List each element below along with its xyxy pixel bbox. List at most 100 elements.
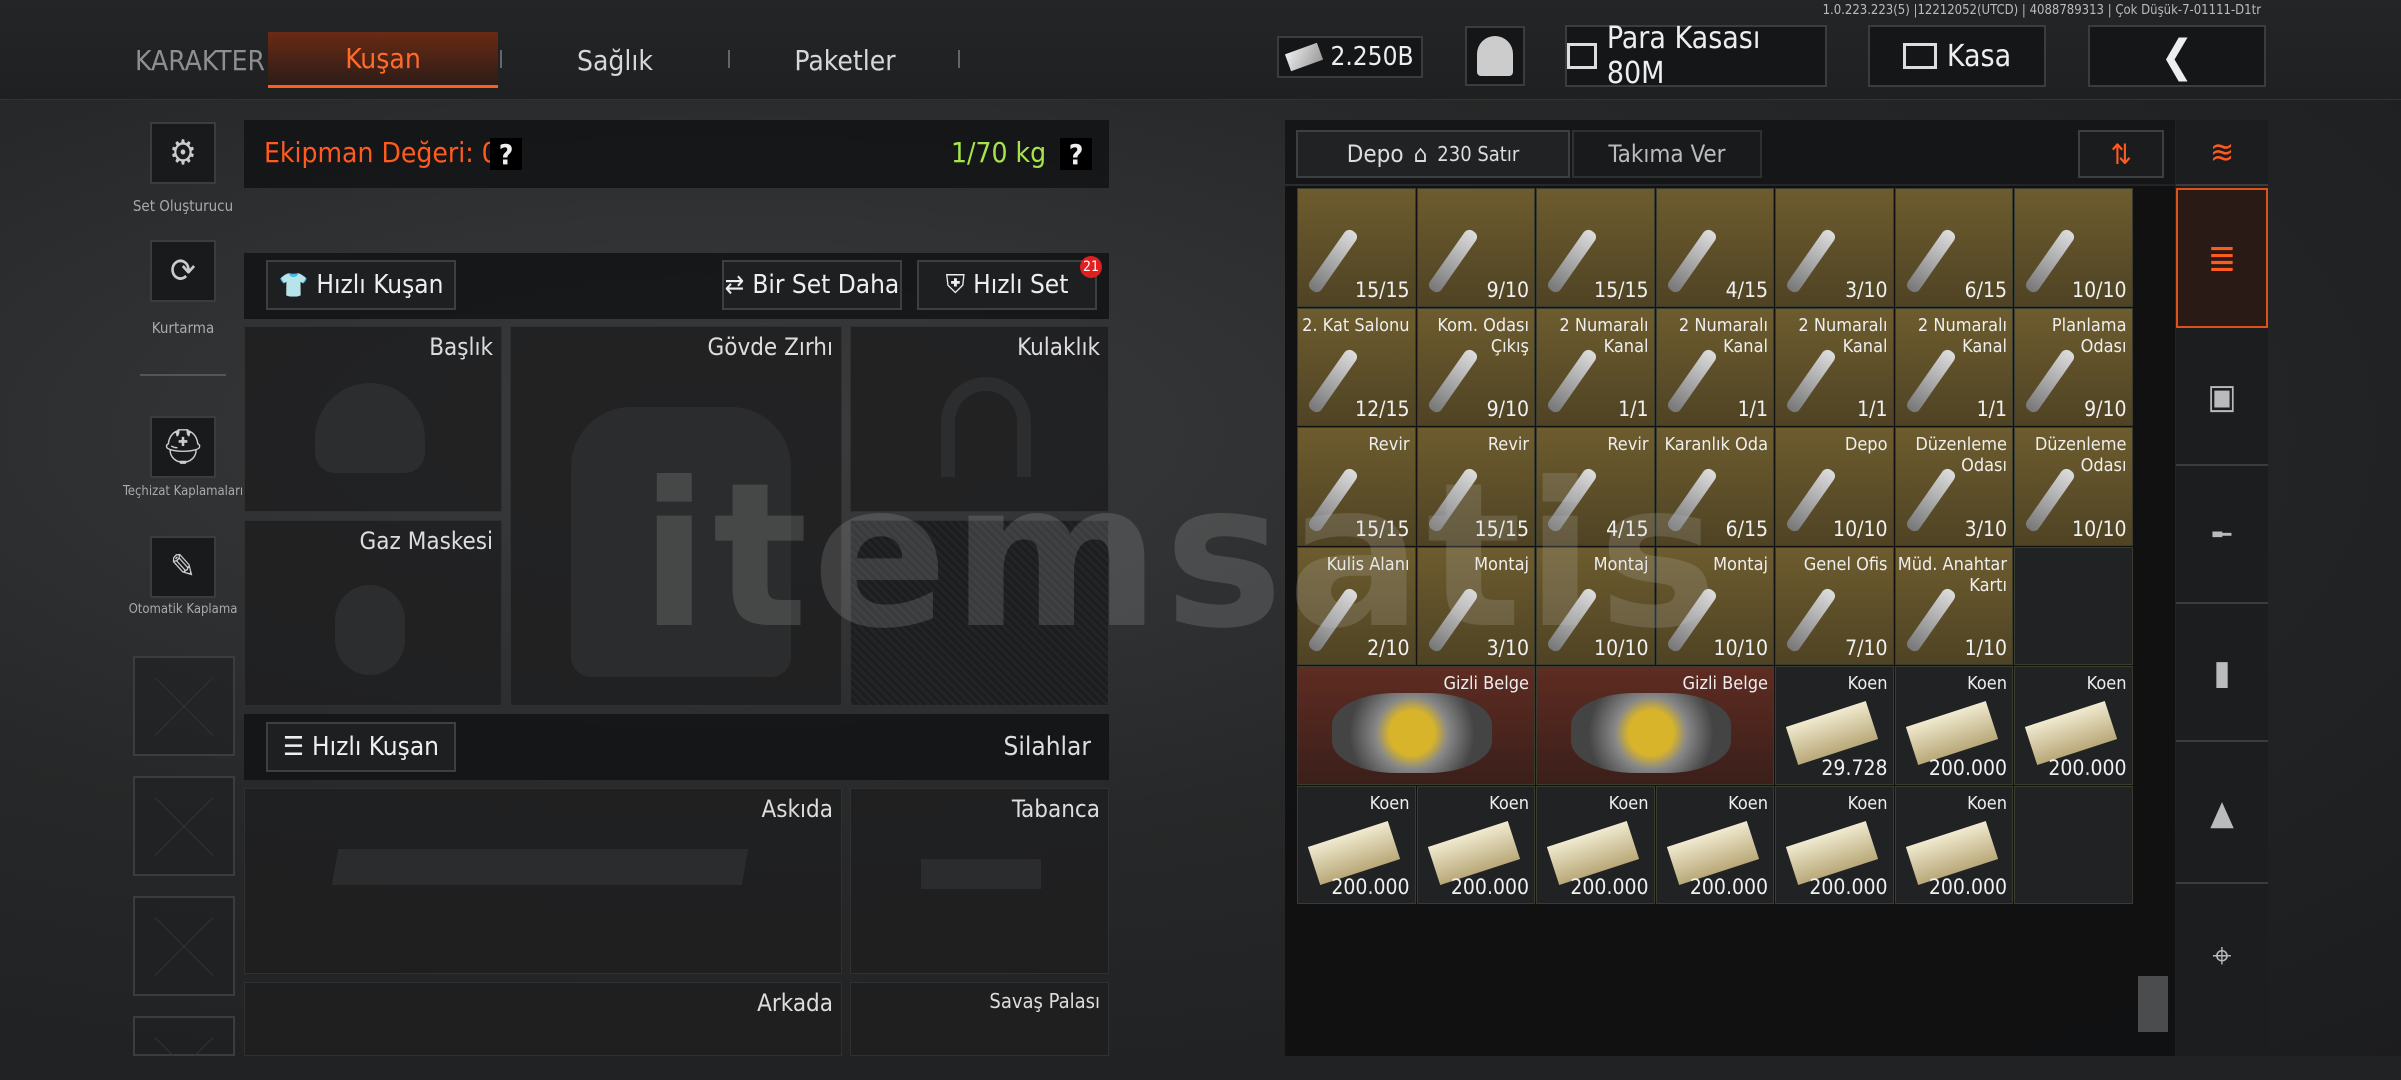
inventory-cell[interactable]: Müd. Anahtar Kartı 1/10	[1894, 546, 2013, 665]
category-ammo-button[interactable]: ▲	[2176, 744, 2268, 884]
inventory-cell[interactable]: 4/15	[1655, 188, 1774, 307]
depo-tab[interactable]: Depo ⌂ 230 Satır	[1296, 130, 1570, 178]
slot-gaz-maskesi[interactable]: Gaz Maskesi	[244, 520, 502, 706]
layers-refresh-icon: ≋	[2209, 133, 2235, 171]
inventory-cell[interactable]: Gizli Belge	[1536, 666, 1774, 785]
ammo-icon: ☰	[282, 732, 304, 762]
bir-set-daha-button[interactable]: ⇄ Bir Set Daha	[722, 260, 902, 310]
hizli-kusan-weapons-button[interactable]: ☰ Hızlı Kuşan	[266, 722, 456, 772]
top-bar: 1.0.223.223(5) |12212052(UTCD) | 4088789…	[0, 0, 2401, 100]
empty-sidebar-slot	[133, 656, 235, 756]
takima-ver-tab[interactable]: Takıma Ver	[1572, 130, 1762, 178]
item-count: 200.000	[1928, 755, 2007, 780]
item-name: Koen	[1728, 792, 1768, 814]
tab-paketler[interactable]: Paketler	[745, 32, 945, 88]
category-rifle-button[interactable]: ╾	[2176, 468, 2268, 604]
teghizat-button[interactable]: ⛑	[150, 416, 216, 478]
slot-tabanca[interactable]: Tabanca	[850, 788, 1109, 974]
item-count: 1/1	[1976, 397, 2007, 421]
category-magazine-button[interactable]: ▮	[2176, 606, 2268, 742]
inventory-cell[interactable]: Koen 200.000	[1775, 785, 1894, 904]
hizli-set-label: Hızlı Set	[973, 270, 1069, 300]
category-all-button[interactable]: ≋	[2176, 120, 2268, 186]
inventory-cell[interactable]: Düzenleme Odası 3/10	[1894, 427, 2013, 546]
rifle-icon: ╾	[2212, 515, 2232, 555]
para-kasasi-button[interactable]: Para Kasası 80M	[1565, 21, 1827, 91]
inventory-cell[interactable]: 2 Numaralı Kanal 1/1	[1894, 307, 2013, 426]
inventory-cell[interactable]: 10/10	[2014, 188, 2133, 307]
slot-arkada[interactable]: Arkada	[244, 982, 842, 1056]
slot-baslik[interactable]: Başlık	[244, 326, 502, 512]
item-name: Gizli Belge	[1443, 673, 1529, 694]
kurtarma-button[interactable]: ⟳	[150, 240, 216, 302]
inventory-cell[interactable]: Koen 200.000	[1297, 785, 1416, 904]
inventory-cell[interactable]: 2. Kat Salonu 12/15	[1297, 307, 1416, 426]
disc-icon	[1332, 693, 1492, 773]
inventory-cell[interactable]: Gizli Belge	[1297, 666, 1535, 785]
brush-icon: ✎	[170, 547, 196, 587]
hizli-kusan-button[interactable]: 👕 Hızlı Kuşan	[266, 260, 456, 310]
notification-badge: 21	[1080, 256, 1102, 278]
empty-sidebar-slot	[133, 896, 235, 996]
inventory-cell[interactable]	[2014, 546, 2133, 665]
slot-askida-label: Askıda	[761, 795, 833, 823]
back-button[interactable]: ❮	[2088, 25, 2266, 87]
inventory-cell[interactable]: Düzenleme Odası 10/10	[2014, 427, 2133, 546]
inventory-cell[interactable]: 2 Numaralı Kanal 1/1	[1536, 307, 1655, 426]
key-icon	[1665, 346, 1718, 415]
kasa-button[interactable]: Kasa	[1868, 25, 2046, 87]
slot-askida[interactable]: Askıda	[244, 788, 842, 974]
inventory-cell[interactable]: Koen 200.000	[1416, 785, 1535, 904]
set-olusturucu-button[interactable]: ⚙	[150, 122, 216, 184]
inventory-cell[interactable]: Koen 29.728	[1775, 666, 1894, 785]
inventory-cell[interactable]: 15/15	[1297, 188, 1416, 307]
scope-icon: ⌖	[2212, 936, 2232, 976]
silahlar-label: Silahlar	[1003, 732, 1091, 762]
equipment-value: Ekipman Değeri: 0	[264, 136, 498, 169]
inventory-cell[interactable]: 2 Numaralı Kanal 1/1	[1775, 307, 1894, 426]
inventory-cell[interactable]: 2 Numaralı Kanal 1/1	[1655, 307, 1774, 426]
inventory-cell[interactable]: Koen 200.000	[1894, 785, 2013, 904]
item-count: 4/15	[1725, 277, 1768, 302]
inventory-cell[interactable]: Koen 200.000	[2014, 666, 2133, 785]
item-name: Koen	[1369, 792, 1410, 814]
item-count: 10/10	[1713, 636, 1768, 660]
tab-saglik[interactable]: Sağlık	[520, 32, 710, 88]
item-count: 200.000	[1809, 875, 1888, 899]
inventory-cell[interactable]: 3/10	[1775, 188, 1894, 307]
currency-amount: 2.250B	[1330, 42, 1414, 72]
item-count: 1/1	[1737, 397, 1768, 421]
inventory-cell[interactable]: 6/15	[1894, 188, 2013, 307]
banknote-icon	[1284, 42, 1323, 72]
tab-karakter[interactable]: KARAKTER	[135, 32, 265, 88]
slot-savas-palasi[interactable]: Savaş Palası	[850, 982, 1109, 1056]
inventory-cell[interactable]: Koen 200.000	[1894, 666, 2013, 785]
item-name: 2. Kat Salonu	[1302, 314, 1410, 336]
inventory-cell[interactable]: Genel Ofis 7/10	[1775, 546, 1894, 665]
item-count: 1/1	[1618, 397, 1649, 421]
category-armor-button[interactable]: ▣	[2176, 330, 2268, 466]
otomatik-button[interactable]: ✎	[150, 536, 216, 598]
item-name: Koen	[1608, 792, 1649, 814]
inventory-cell[interactable]: Kom. Odası Çıkış 9/10	[1416, 307, 1535, 426]
item-name: Koen	[1847, 673, 1888, 694]
inventory-cell[interactable]	[2014, 785, 2133, 904]
inventory-cell[interactable]: Koen 200.000	[1655, 785, 1774, 904]
sort-button[interactable]: ⇅	[2078, 130, 2164, 178]
inventory-cell[interactable]: Planlama Odası 9/10	[2014, 307, 2133, 426]
item-name: Planlama Odası	[2051, 314, 2127, 357]
inventory-cell[interactable]: 9/10	[1416, 188, 1535, 307]
help-icon[interactable]: ?	[1060, 138, 1092, 171]
inventory-cell[interactable]: Koen 200.000	[1536, 785, 1655, 904]
category-attachment-button[interactable]: ⌖	[2176, 886, 2268, 1026]
tab-kusan[interactable]: Kuşan	[268, 32, 498, 88]
category-stack-button[interactable]: ≣	[2176, 188, 2268, 328]
inventory-cell[interactable]: Depo 10/10	[1775, 427, 1894, 546]
hizli-set-button[interactable]: ⛨ Hızlı Set	[917, 260, 1097, 310]
key-icon	[1426, 346, 1479, 415]
operator-button[interactable]	[1465, 26, 1525, 86]
scrollbar-thumb[interactable]	[2138, 976, 2168, 1032]
help-icon[interactable]: ?	[490, 138, 522, 171]
item-name: Koen	[1847, 792, 1888, 814]
inventory-cell[interactable]: 15/15	[1536, 188, 1655, 307]
